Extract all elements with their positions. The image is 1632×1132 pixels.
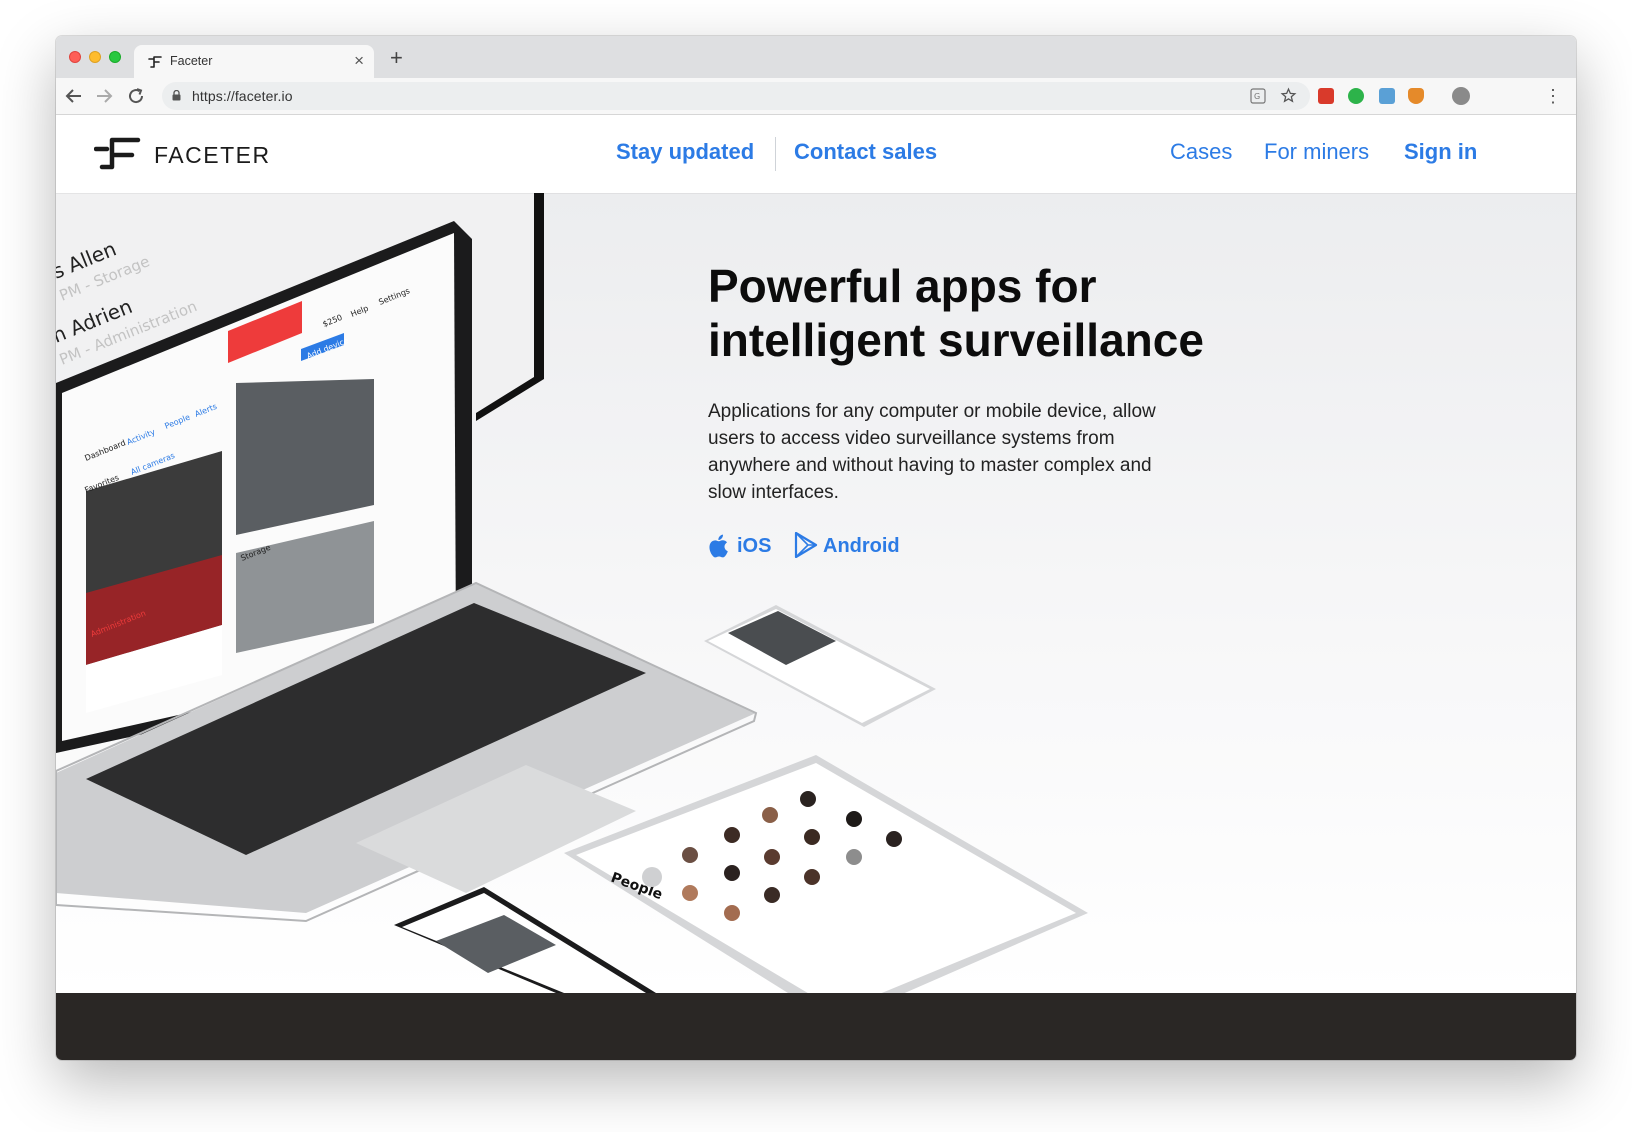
reload-button[interactable] bbox=[124, 84, 148, 108]
browser-menu-icon[interactable]: ⋮ bbox=[1544, 84, 1562, 108]
extension-red-icon[interactable] bbox=[1318, 88, 1334, 104]
browser-tab[interactable]: Faceter × bbox=[134, 45, 374, 78]
arrow-right-icon bbox=[97, 89, 113, 103]
zoom-window-button[interactable] bbox=[109, 51, 121, 63]
profile-avatar-icon[interactable] bbox=[1452, 87, 1470, 105]
webpage: s Allen PM - Storage n Adrien PM - Admin… bbox=[56, 115, 1576, 1060]
browser-window: Faceter × + https://faceter.io G ⋮ s All… bbox=[56, 36, 1576, 1060]
art-phone-bottom bbox=[394, 887, 656, 993]
hero-title-line2: intelligent surveillance bbox=[708, 314, 1204, 366]
nav-stay-updated[interactable]: Stay updated bbox=[616, 139, 754, 165]
new-tab-button[interactable]: + bbox=[390, 46, 403, 70]
minimize-window-button[interactable] bbox=[89, 51, 101, 63]
tab-strip: Faceter × + bbox=[56, 36, 1576, 78]
close-window-button[interactable] bbox=[69, 51, 81, 63]
arrow-left-icon bbox=[65, 89, 81, 103]
metamask-icon[interactable] bbox=[1408, 88, 1424, 104]
star-icon[interactable] bbox=[1280, 87, 1297, 104]
faceter-logo-icon[interactable] bbox=[94, 133, 142, 175]
nav-contact-sales[interactable]: Contact sales bbox=[794, 139, 937, 165]
tab-close-icon[interactable]: × bbox=[354, 51, 364, 71]
tab-title: Faceter bbox=[170, 54, 213, 68]
address-bar[interactable]: https://faceter.io G bbox=[162, 82, 1310, 110]
android-link[interactable]: Android bbox=[823, 535, 900, 558]
forward-button[interactable] bbox=[92, 84, 116, 108]
reload-icon bbox=[129, 88, 144, 104]
apple-icon[interactable] bbox=[708, 533, 730, 559]
ios-link[interactable]: iOS bbox=[737, 535, 771, 558]
translate-icon[interactable]: G bbox=[1250, 88, 1266, 104]
hero-title-line1: Powerful apps for bbox=[708, 260, 1097, 312]
hero-description: Applications for any computer or mobile … bbox=[708, 401, 1156, 503]
nav-separator bbox=[775, 137, 776, 171]
next-section-band bbox=[56, 993, 1576, 1060]
nav-cases[interactable]: Cases bbox=[1170, 139, 1232, 165]
evernote-icon[interactable] bbox=[1348, 88, 1364, 104]
logo-text[interactable]: FACETER bbox=[154, 142, 271, 169]
extension-blue-icon[interactable] bbox=[1379, 88, 1395, 104]
nav-sign-in[interactable]: Sign in bbox=[1404, 139, 1477, 165]
site-header: FACETER Stay updated Contact sales Cases… bbox=[56, 115, 1576, 193]
art-tablet: People bbox=[564, 755, 1088, 993]
browser-toolbar: https://faceter.io G ⋮ bbox=[56, 78, 1576, 115]
nav-for-miners[interactable]: For miners bbox=[1264, 139, 1369, 165]
url-text: https://faceter.io bbox=[192, 88, 293, 104]
lock-icon bbox=[172, 90, 181, 101]
google-play-icon[interactable] bbox=[794, 532, 818, 558]
back-button[interactable] bbox=[62, 84, 86, 108]
hero-title: Powerful apps for intelligent surveillan… bbox=[708, 259, 1328, 367]
faceter-favicon-icon bbox=[148, 56, 162, 68]
svg-text:G: G bbox=[1254, 92, 1260, 101]
